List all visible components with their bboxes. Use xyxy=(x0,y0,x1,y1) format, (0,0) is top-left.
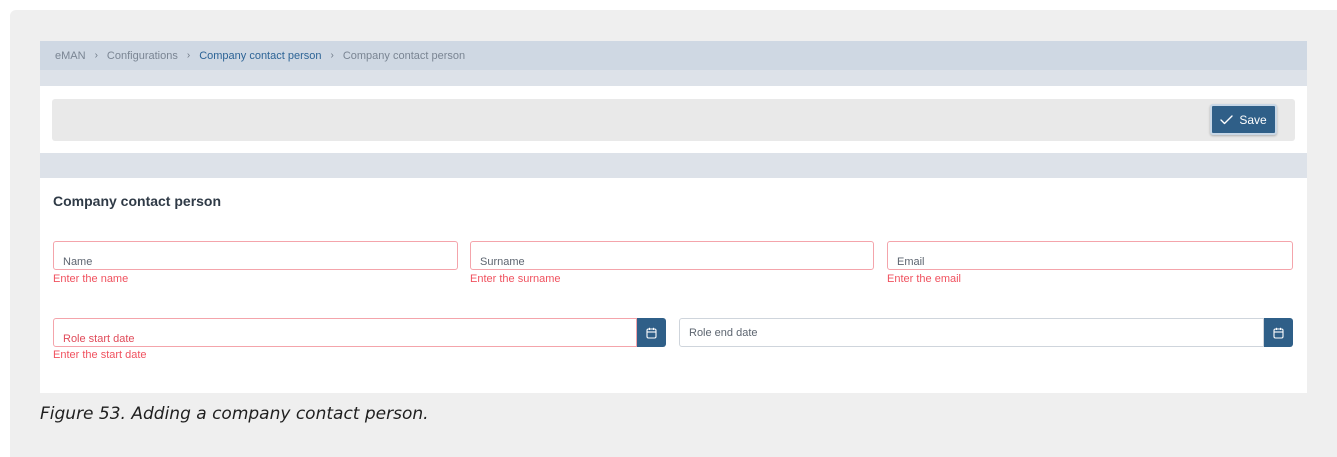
email-field[interactable]: Email xyxy=(887,241,1293,270)
name-field-label: Name xyxy=(63,256,93,268)
breadcrumb-item-home[interactable]: eMAN xyxy=(55,50,86,62)
app-window: eMAN › Configurations › Company contact … xyxy=(40,41,1307,393)
toolbar-card: Save xyxy=(40,86,1307,153)
role-start-date-error: Enter the start date xyxy=(53,349,147,361)
name-error: Enter the name xyxy=(53,273,129,285)
email-field-label: Email xyxy=(897,256,925,268)
toolbar: Save xyxy=(52,99,1295,141)
form-card: Company contact person Name Enter the na… xyxy=(40,178,1307,393)
role-start-date-label: Role start date xyxy=(63,333,135,345)
check-icon xyxy=(1220,114,1234,124)
breadcrumb-separator: › xyxy=(186,50,191,61)
breadcrumb-separator: › xyxy=(94,50,98,61)
role-start-date-field[interactable]: Role start date xyxy=(53,318,637,347)
figure-caption: Figure 53. Adding a company contact pers… xyxy=(40,404,429,424)
role-end-date-picker-button[interactable] xyxy=(1264,318,1293,347)
surname-error: Enter the surname xyxy=(470,273,561,285)
form-title: Company contact person xyxy=(53,193,222,209)
role-end-date-field[interactable]: Role end date xyxy=(679,318,1264,347)
save-button[interactable]: Save xyxy=(1210,104,1277,135)
breadcrumb: eMAN › Configurations › Company contact … xyxy=(40,41,1307,70)
breadcrumb-separator: › xyxy=(330,50,334,61)
breadcrumb-item-current: Company contact person xyxy=(342,49,466,62)
save-button-label: Save xyxy=(1239,112,1267,127)
role-start-date-picker-button[interactable] xyxy=(637,318,666,347)
name-field[interactable]: Name xyxy=(53,241,458,270)
calendar-icon xyxy=(646,327,657,339)
surname-field-label: Surname xyxy=(480,256,525,268)
calendar-icon xyxy=(1273,327,1284,339)
surname-field[interactable]: Surname xyxy=(470,241,874,270)
email-error: Enter the email xyxy=(887,273,961,285)
role-end-date-label: Role end date xyxy=(689,327,758,339)
breadcrumb-item-company-contact-person-list[interactable]: Company contact person xyxy=(199,50,321,62)
breadcrumb-item-configurations[interactable]: Configurations xyxy=(107,50,178,62)
